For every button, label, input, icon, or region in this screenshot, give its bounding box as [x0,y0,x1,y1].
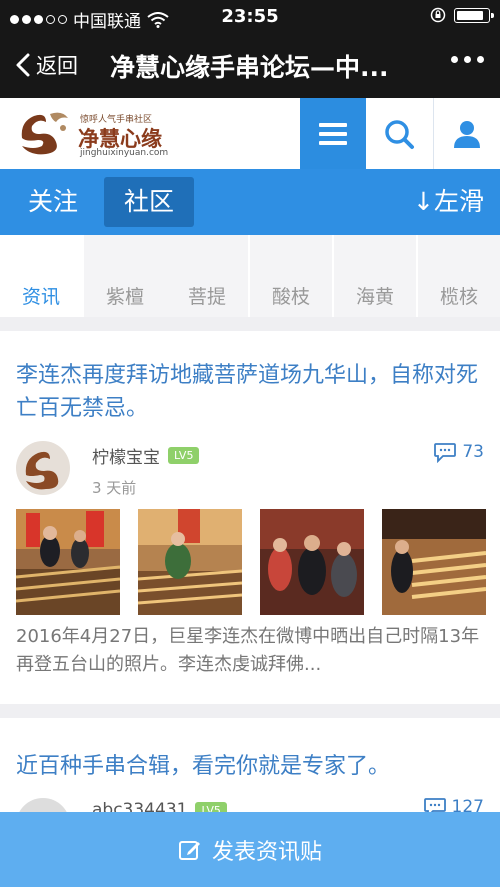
category-tab[interactable]: 资讯 [0,235,82,317]
author-name[interactable]: 柠檬宝宝 [92,443,160,468]
site-header: 惊呼人气手串社区 净慧心缘 jinghuixinyuan.com [0,98,500,169]
post-title[interactable]: 李连杰再度拜访地藏菩萨道场九华山，自称对死亡百无禁忌。 [16,359,486,425]
hamburger-icon [319,122,347,145]
post-author[interactable]: 柠檬宝宝 LV5 [92,443,200,468]
battery-icon [454,7,494,23]
post-excerpt: 2016年4月27日，巨星李连杰在微博中晒出自己时隔13年再登五台山的照片。李连… [16,626,480,675]
status-time: 23:55 [221,6,279,27]
back-button[interactable]: 返回 [14,50,78,80]
nav-bar: 返回 净慧心缘手串论坛—中... [0,34,500,98]
thumbnail-image[interactable] [382,509,486,615]
chevron-left-icon [16,53,30,77]
avatar-logo-icon [25,451,59,490]
status-right [430,7,494,23]
post-news-button[interactable]: 发表资讯贴 [0,812,500,887]
status-bar: 中国联通 23:55 [0,0,500,34]
logo-url: jinghuixinyuan.com [80,148,169,158]
post-time: 3 天前 [92,479,137,497]
thumbnail-image[interactable] [138,509,242,615]
search-button[interactable] [366,98,432,169]
category-tab[interactable]: 紫檀 [84,235,166,317]
post-news-label: 发表资讯贴 [211,839,322,865]
avatar[interactable] [16,441,70,495]
thumbnail-image[interactable] [16,509,120,615]
tab-follow[interactable]: 关注 [8,177,98,227]
comment-icon [434,443,457,463]
rotation-lock-icon [430,7,446,23]
category-bar: 资讯 紫檀 菩提 酸枝 海黄 榄核 [0,235,500,317]
tab-community[interactable]: 社区 [104,177,195,227]
comment-count-value: 73 [462,442,484,462]
edit-icon [178,840,200,860]
category-tab[interactable]: 榄核 [418,235,500,317]
post-card[interactable]: 李连杰再度拜访地藏菩萨道场九华山，自称对死亡百无禁忌。 柠檬宝宝 LV5 3 天… [0,331,500,704]
thumbnail-image[interactable] [260,509,364,615]
category-tab[interactable]: 酸枝 [250,235,332,317]
logo-mark-icon [21,112,68,155]
page-title: 净慧心缘手串论坛—中... [110,53,389,82]
user-icon [454,120,480,148]
category-tab[interactable]: 菩提 [166,235,248,317]
comment-count[interactable]: 73 [433,441,484,463]
user-button[interactable] [434,98,500,169]
back-label: 返回 [36,54,78,78]
menu-button[interactable] [300,98,366,169]
category-tab[interactable]: 海黄 [334,235,416,317]
level-badge: LV5 [168,447,200,464]
tab-bar: 关注 社区 ↓左滑 [0,169,500,235]
search-icon [385,119,414,149]
site-logo[interactable]: 惊呼人气手串社区 净慧心缘 jinghuixinyuan.com [16,106,196,160]
post-title[interactable]: 近百种手串合辑，看完你就是专家了。 [16,750,486,783]
swipe-hint: ↓左滑 [413,187,484,216]
post-thumbnails [16,509,486,617]
more-menu-icon[interactable] [451,56,484,63]
